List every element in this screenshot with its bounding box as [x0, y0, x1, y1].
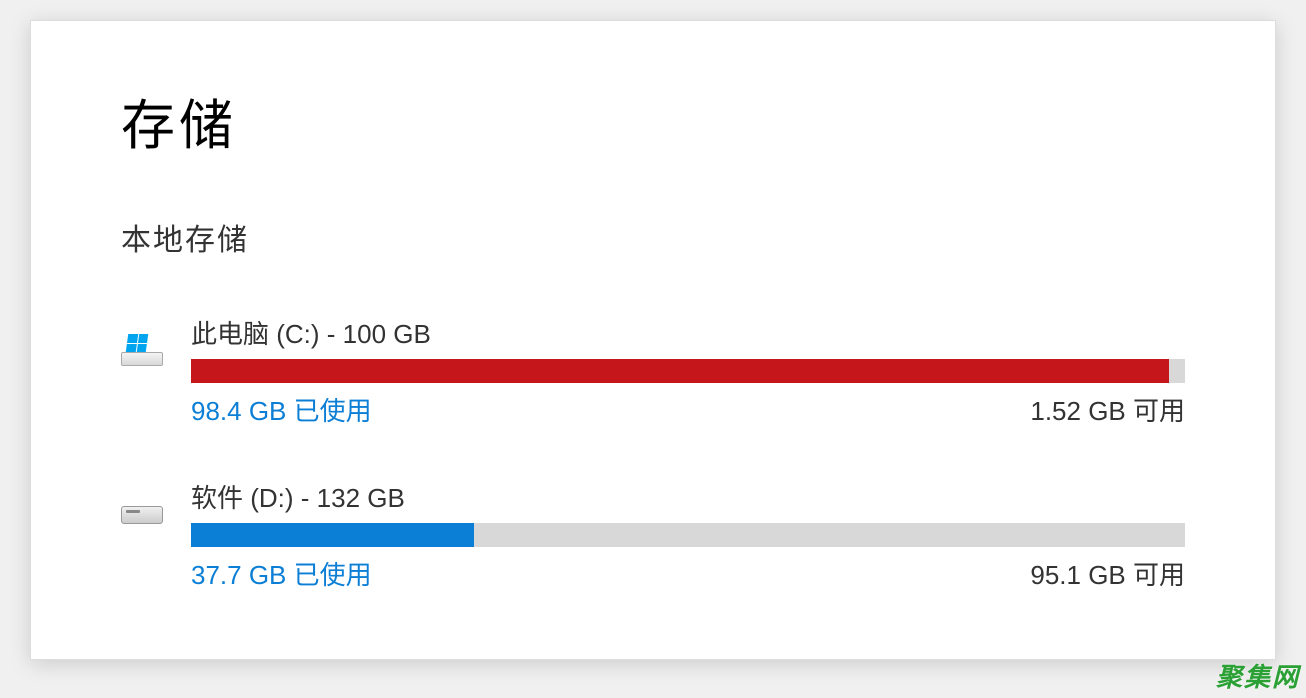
drive-label: 软件 (D:) - 132 GB	[191, 478, 1185, 515]
drive-bar-fill	[191, 359, 1169, 383]
drive-icon-wrap	[121, 478, 191, 524]
drive-used-text: 37.7 GB 已使用	[191, 555, 372, 592]
drive-item-c[interactable]: 此电脑 (C:) - 100 GB 98.4 GB 已使用 1.52 GB 可用	[121, 314, 1185, 428]
drive-free-text: 95.1 GB 可用	[1030, 555, 1185, 592]
drive-free-text: 1.52 GB 可用	[1030, 391, 1185, 428]
settings-window: 存储 本地存储 此电脑 (C:) - 100 GB 98.4 GB 已使用 1.…	[30, 20, 1276, 660]
drive-body: 此电脑 (C:) - 100 GB 98.4 GB 已使用 1.52 GB 可用	[191, 314, 1185, 428]
section-title: 本地存储	[121, 215, 1185, 259]
watermark: 聚集网	[1216, 657, 1300, 694]
drive-label: 此电脑 (C:) - 100 GB	[191, 314, 1185, 351]
drive-item-d[interactable]: 软件 (D:) - 132 GB 37.7 GB 已使用 95.1 GB 可用	[121, 478, 1185, 592]
drive-usage-bar	[191, 359, 1185, 383]
page-title: 存储	[121, 81, 1185, 160]
system-drive-icon	[121, 334, 163, 366]
drive-info: 98.4 GB 已使用 1.52 GB 可用	[191, 391, 1185, 428]
drive-used-text: 98.4 GB 已使用	[191, 391, 372, 428]
drive-icon-wrap	[121, 314, 191, 366]
drive-usage-bar	[191, 523, 1185, 547]
drive-info: 37.7 GB 已使用 95.1 GB 可用	[191, 555, 1185, 592]
drive-bar-fill	[191, 523, 474, 547]
hard-drive-icon	[121, 506, 163, 524]
drive-body: 软件 (D:) - 132 GB 37.7 GB 已使用 95.1 GB 可用	[191, 478, 1185, 592]
